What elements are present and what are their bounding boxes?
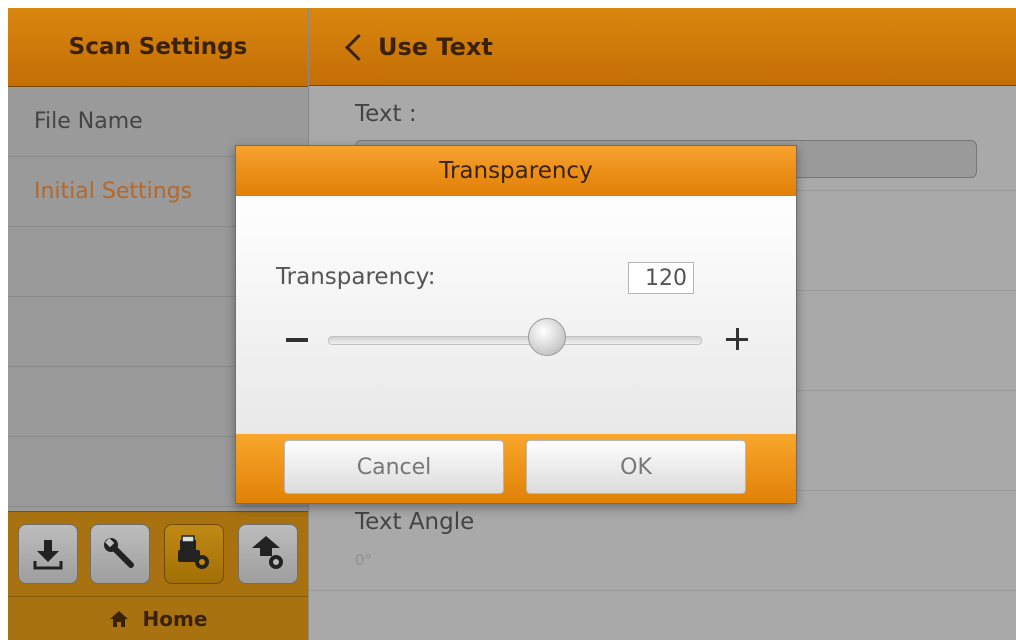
sidebar-toolbar bbox=[8, 511, 308, 596]
dialog-title: Transparency bbox=[236, 146, 796, 196]
home-button[interactable]: Home bbox=[8, 596, 308, 640]
plus-icon-vertical[interactable] bbox=[736, 328, 739, 350]
cancel-button[interactable]: Cancel bbox=[284, 440, 504, 494]
transparency-value-field[interactable]: 120 bbox=[628, 262, 694, 294]
main-header[interactable]: Use Text bbox=[309, 8, 1016, 86]
text-label: Text : bbox=[355, 101, 417, 127]
scan-settings-button[interactable] bbox=[164, 524, 224, 584]
home-label: Home bbox=[142, 607, 208, 631]
dialog-body bbox=[236, 196, 796, 434]
text-angle-label: Text Angle bbox=[355, 509, 475, 535]
transparency-label: Transparency: bbox=[276, 264, 436, 290]
tools-button[interactable] bbox=[90, 524, 150, 584]
download-icon bbox=[33, 540, 63, 570]
page-title: Use Text bbox=[378, 32, 493, 61]
back-chevron-icon[interactable] bbox=[345, 34, 372, 61]
text-angle-row[interactable]: Text Angle 0° bbox=[309, 491, 1016, 591]
text-angle-value: 0° bbox=[355, 551, 373, 569]
sidebar-title: Scan Settings bbox=[8, 8, 308, 87]
wrench-icon bbox=[104, 538, 134, 568]
scanner-settings-icon bbox=[178, 535, 209, 569]
app-window: Scan Settings File Name Initial Settings bbox=[8, 8, 1016, 640]
upload-settings-icon bbox=[252, 536, 283, 569]
transparency-slider-track[interactable] bbox=[328, 336, 702, 345]
home-icon bbox=[109, 611, 128, 627]
dialog-footer: Cancel OK bbox=[236, 434, 796, 503]
download-button[interactable] bbox=[18, 524, 78, 584]
upload-settings-button[interactable] bbox=[238, 524, 298, 584]
transparency-dialog: Transparency Transparency: 120 Cancel OK bbox=[235, 145, 797, 504]
ok-button[interactable]: OK bbox=[526, 440, 746, 494]
minus-icon[interactable] bbox=[286, 338, 308, 342]
